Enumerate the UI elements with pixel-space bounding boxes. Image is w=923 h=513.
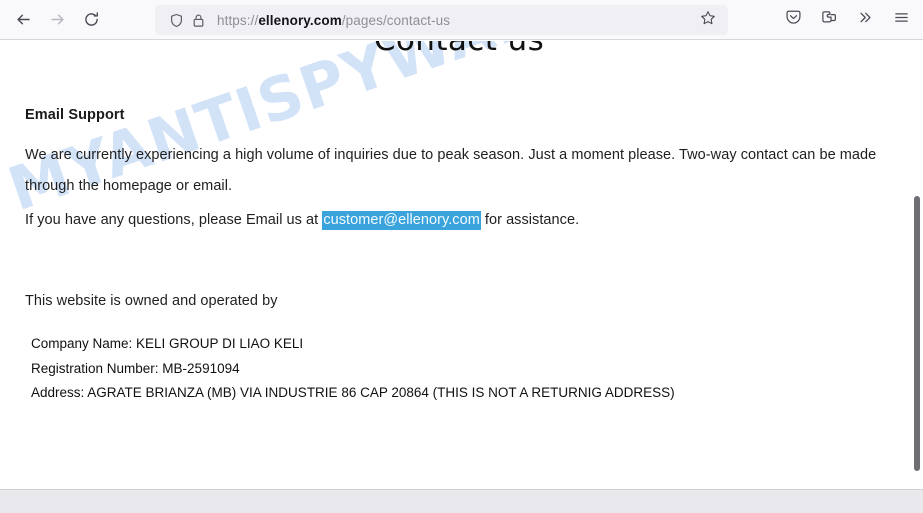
registration-number-line: Registration Number: MB-2591094: [31, 360, 240, 376]
address-bar[interactable]: https://ellenory.com/pages/contact-us: [155, 5, 728, 35]
forward-arrow-icon: [49, 11, 66, 28]
ownership-line: This website is owned and operated by: [25, 293, 278, 309]
padlock-icon[interactable]: [187, 9, 209, 31]
url-host: ellenory.com: [258, 12, 342, 28]
company-details-block: Company Name: KELI GROUP DI LIAO KELI Re…: [31, 332, 675, 406]
intro-paragraph: We are currently experiencing a high vol…: [25, 147, 877, 194]
forward-button[interactable]: [40, 5, 74, 35]
company-name-line: Company Name: KELI GROUP DI LIAO KELI: [31, 336, 304, 351]
browser-toolbar: https://ellenory.com/pages/contact-us: [0, 0, 923, 40]
toolbar-right-icons: [775, 5, 919, 35]
address-bar-container: https://ellenory.com/pages/contact-us: [155, 5, 728, 35]
scrollbar-thumb[interactable]: [914, 196, 920, 471]
address-line: Address: AGRATE BRIANZA (MB) VIA INDUSTR…: [31, 385, 675, 400]
url-scheme: https://: [217, 12, 259, 28]
pocket-icon-button[interactable]: [775, 5, 811, 35]
extension-icon: [821, 9, 838, 31]
selected-email-address[interactable]: customer@ellenory.com: [322, 211, 481, 230]
vertical-scrollbar[interactable]: [909, 82, 923, 489]
email-paragraph-suffix: for assistance.: [480, 212, 580, 228]
bookmark-star-button[interactable]: [694, 7, 722, 33]
email-paragraph-prefix: If you have any questions, please Email …: [25, 212, 323, 228]
back-button[interactable]: [6, 5, 40, 35]
shield-icon[interactable]: [165, 9, 187, 31]
overflow-chevron-icon: [857, 9, 874, 31]
app-menu-button[interactable]: [883, 5, 919, 35]
pocket-icon: [785, 9, 802, 31]
reload-icon: [83, 11, 100, 28]
star-icon: [700, 10, 716, 31]
page-title: Contact us: [0, 41, 918, 58]
browser-bottom-bar: [0, 489, 923, 513]
reload-button[interactable]: [74, 5, 108, 35]
navigation-buttons: [6, 5, 108, 35]
browser-window: https://ellenory.com/pages/contact-us MY…: [0, 0, 923, 513]
url-text: https://ellenory.com/pages/contact-us: [217, 13, 694, 28]
overflow-menu-button[interactable]: [847, 5, 883, 35]
email-paragraph: If you have any questions, please Email …: [25, 205, 880, 236]
section-heading-email-support: Email Support: [25, 107, 125, 123]
page-viewport: MYANTISPYWARE.COM Contact us Email Suppo…: [0, 41, 923, 489]
back-arrow-icon: [15, 11, 32, 28]
url-path: /pages/contact-us: [341, 12, 451, 28]
hamburger-menu-icon: [893, 9, 910, 31]
extensions-icon-button[interactable]: [811, 5, 847, 35]
